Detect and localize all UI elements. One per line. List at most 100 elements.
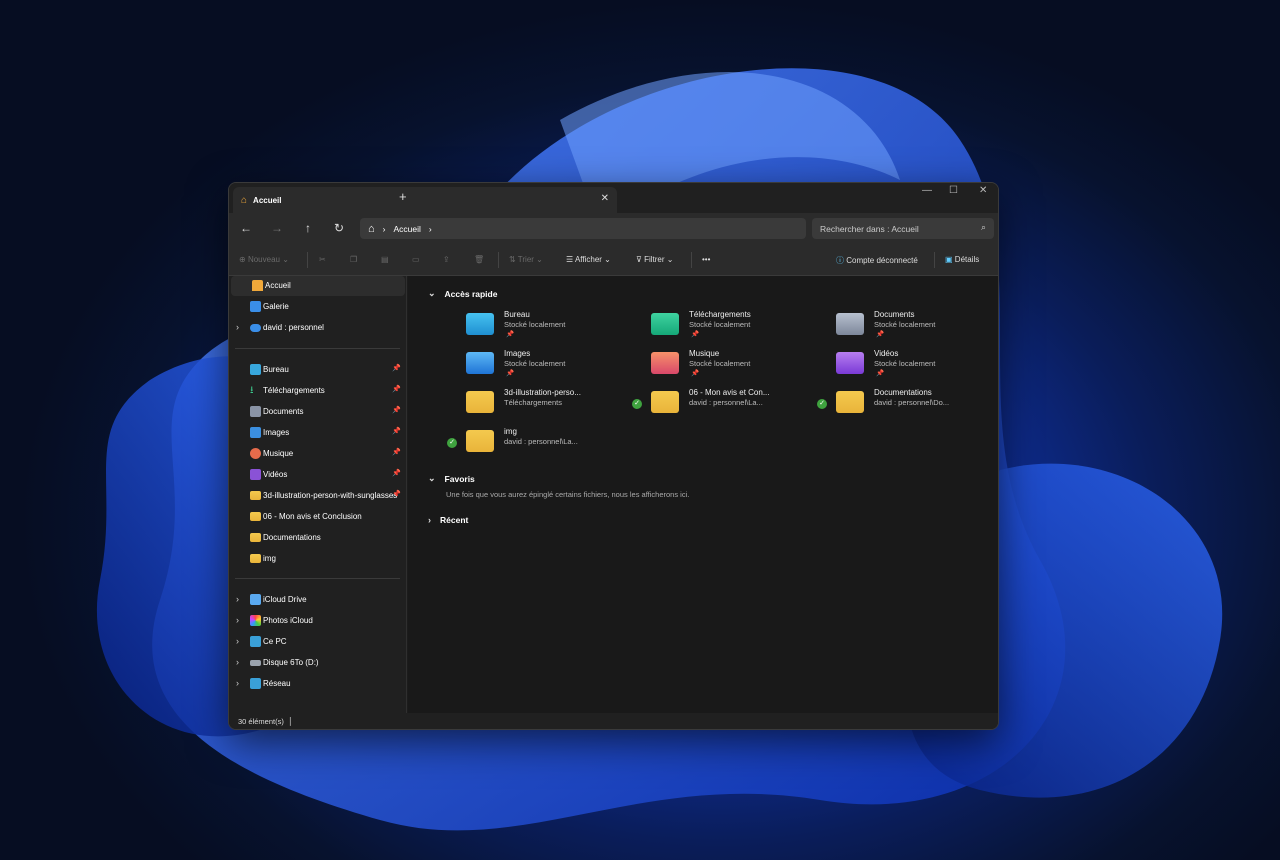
section-title: Récent (440, 515, 469, 525)
details-button[interactable]: ▣ Détails (945, 255, 979, 264)
quick-access-item-documents[interactable]: Documents Stocké localement 📌 (836, 310, 998, 344)
up-button[interactable]: ↑ (300, 221, 316, 235)
home-icon: ⌂ (241, 194, 248, 206)
quick-access-item-img[interactable]: ✓ img david : personnel\La... (447, 427, 636, 461)
sidebar-item-bureau[interactable]: Bureau 📌 (229, 360, 405, 380)
quick-access-item-mon-avis[interactable]: ✓ 06 - Mon avis et Con... david : personne… (632, 388, 821, 422)
pin-icon: 📌 (392, 407, 401, 414)
item-count: 30 élément(s) (238, 717, 284, 726)
folder-icon (250, 491, 261, 500)
close-button[interactable]: ✕ (979, 185, 987, 196)
copy-icon[interactable]: ❐ (350, 255, 357, 264)
view-toggle-icon[interactable]: ▏ (290, 717, 296, 726)
quick-access-item-3d-illustration[interactable]: 3d-illustration-perso... Téléchargements (466, 388, 636, 422)
share-icon[interactable]: ⇪ (443, 255, 450, 264)
sidebar-item-photos-icloud[interactable]: › Photos iCloud (229, 611, 405, 631)
more-options-button[interactable]: ••• (702, 255, 710, 264)
item-name: 3d-illustration-perso... (504, 388, 581, 397)
tab-accueil[interactable]: ⌂ Accueil ✕ (233, 187, 617, 213)
cut-icon[interactable]: ✂ (319, 255, 326, 264)
cloud-icon (250, 324, 261, 332)
item-location: david : personnel\La... (504, 437, 578, 446)
refresh-button[interactable]: ↻ (331, 221, 347, 235)
folder-icon (250, 554, 261, 563)
computer-icon (250, 636, 261, 647)
recent-header[interactable]: › Récent (428, 515, 468, 525)
sidebar-item-images[interactable]: Images 📌 (229, 423, 405, 443)
chevron-right-icon[interactable]: › (236, 594, 239, 604)
separator (307, 252, 308, 268)
chevron-right-icon[interactable]: › (236, 615, 239, 625)
chevron-right-icon[interactable]: › (236, 657, 239, 667)
minimize-button[interactable]: — (922, 185, 932, 196)
view-button[interactable]: ☰ Afficher ⌄ (566, 255, 611, 264)
sidebar-item-accueil[interactable]: Accueil (231, 276, 405, 296)
sidebar-item-disque-d[interactable]: › Disque 6To (D:) (229, 653, 405, 673)
favorites-header[interactable]: ⌄ Favoris (428, 473, 475, 484)
sidebar-item-label: Documentations (263, 533, 321, 542)
sidebar-item-telechargements[interactable]: ⭳ Téléchargements 📌 (229, 381, 405, 401)
breadcrumb[interactable]: Accueil (394, 224, 421, 234)
sidebar-item-documents[interactable]: Documents 📌 (229, 402, 405, 422)
documents-folder-icon (836, 313, 864, 335)
item-location: Stocké localement (689, 359, 751, 368)
sidebar-item-3d-illustration[interactable]: 3d-illustration-person-with-sunglasses 📌 (229, 486, 405, 506)
sidebar-item-documentations[interactable]: Documentations (229, 528, 405, 548)
quick-access-item-musique[interactable]: Musique Stocké localement 📌 (651, 349, 821, 383)
maximize-button[interactable]: ☐ (949, 185, 958, 196)
chevron-right-icon[interactable]: › (236, 636, 239, 646)
quick-access-item-bureau[interactable]: Bureau Stocké localement 📌 (466, 310, 636, 344)
forward-button[interactable]: → (269, 221, 285, 235)
folder-icon (466, 391, 494, 413)
search-input[interactable]: Rechercher dans : Accueil ⌕ (812, 218, 994, 239)
account-status[interactable]: ⓘ Compte déconnecté (836, 255, 918, 266)
sidebar-item-onedrive[interactable]: › david : personnel (229, 318, 405, 338)
item-location: Téléchargements (504, 398, 562, 407)
pin-icon: 📌 (392, 386, 401, 393)
sidebar-item-img[interactable]: img (229, 549, 405, 569)
quick-access-item-images[interactable]: Images Stocké localement 📌 (466, 349, 636, 383)
images-icon (250, 427, 261, 438)
sidebar-item-musique[interactable]: Musique 📌 (229, 444, 405, 464)
item-name: Images (504, 349, 531, 358)
delete-icon[interactable]: 🗑 (474, 255, 484, 264)
quick-access-item-telechargements[interactable]: Téléchargements Stocké localement 📌 (651, 310, 821, 344)
breadcrumb-chevron[interactable]: › (429, 224, 432, 234)
item-name: Téléchargements (689, 310, 751, 319)
quick-access-item-documentations[interactable]: ✓ Documentations david : personnel\Do... (817, 388, 998, 422)
sort-button[interactable]: ⇅ Trier ⌄ (509, 255, 543, 264)
quick-access-item-videos[interactable]: Vidéos Stocké localement 📌 (836, 349, 998, 383)
sidebar-item-videos[interactable]: Vidéos 📌 (229, 465, 405, 485)
sidebar-item-mon-avis[interactable]: 06 - Mon avis et Conclusion (229, 507, 405, 527)
back-button[interactable]: ← (238, 221, 254, 235)
desktop-icon (250, 364, 261, 375)
pin-icon: 📌 (506, 370, 515, 377)
sync-ok-icon: ✓ (817, 399, 827, 409)
item-location: david : personnel\Do... (874, 398, 950, 407)
new-button[interactable]: ⊕ Nouveau ⌄ (239, 255, 289, 264)
sidebar-item-label: 3d-illustration-person-with-sunglasses (263, 491, 398, 500)
music-icon (250, 448, 261, 459)
chevron-right-icon[interactable]: › (236, 678, 239, 688)
sidebar-item-ce-pc[interactable]: › Ce PC (229, 632, 405, 652)
paste-icon[interactable]: ▤ (381, 255, 389, 264)
quick-access-header[interactable]: ⌄ Accès rapide (428, 288, 497, 299)
tab-close-button[interactable]: ✕ (601, 193, 609, 204)
new-tab-button[interactable]: + (399, 189, 407, 204)
rename-icon[interactable]: ▭ (412, 255, 420, 264)
section-title: Favoris (444, 473, 475, 484)
item-name: Documentations (874, 388, 932, 397)
item-name: 06 - Mon avis et Con... (689, 388, 770, 397)
sidebar-item-icloud-drive[interactable]: › iCloud Drive (229, 590, 405, 610)
item-name: Documents (874, 310, 915, 319)
chevron-right-icon[interactable]: › (236, 322, 239, 332)
content-area: ⌄ Accès rapide Bureau Stocké localement 📌 T… (408, 276, 998, 713)
details-pane-icon: ▣ (945, 255, 953, 264)
pin-icon: 📌 (392, 365, 401, 372)
item-name: Vidéos (874, 349, 899, 358)
sidebar-item-galerie[interactable]: Galerie (229, 297, 405, 317)
sidebar-item-reseau[interactable]: › Réseau (229, 674, 405, 694)
drive-icon (250, 660, 261, 666)
filter-button[interactable]: ⊽ Filtrer ⌄ (636, 255, 673, 264)
address-bar[interactable]: ⌂ › Accueil › (360, 218, 806, 239)
